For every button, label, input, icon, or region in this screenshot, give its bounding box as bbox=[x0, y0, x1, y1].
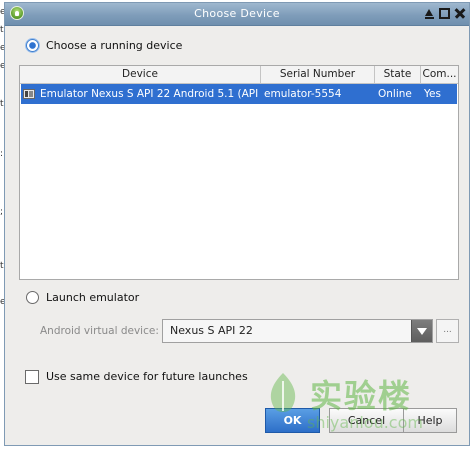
cell-serial-number: emulator-5554 bbox=[264, 88, 342, 100]
minimize-icon[interactable] bbox=[423, 7, 436, 20]
running-devices-table[interactable]: Device Serial Number State Com... Emulat… bbox=[19, 65, 459, 280]
cell-compatible: Yes bbox=[424, 88, 441, 100]
choose-running-device-label[interactable]: Choose a running device bbox=[46, 39, 182, 52]
table-row[interactable]: Emulator Nexus S API 22 Android 5.1 (API… bbox=[21, 84, 457, 104]
reuse-device-label[interactable]: Use same device for future launches bbox=[46, 370, 248, 383]
android-virtual-device-select[interactable]: Nexus S API 22 bbox=[162, 319, 433, 343]
launch-emulator-label[interactable]: Launch emulator bbox=[46, 291, 139, 304]
column-header-compatible[interactable]: Com... bbox=[421, 66, 458, 83]
maximize-icon[interactable] bbox=[438, 7, 451, 20]
cancel-button[interactable]: Cancel bbox=[329, 408, 404, 433]
ok-button[interactable]: OK bbox=[265, 408, 320, 433]
cell-state: Online bbox=[378, 88, 412, 100]
cell-device: Emulator Nexus S API 22 Android 5.1 (API bbox=[40, 88, 259, 100]
choose-device-dialog: Choose Device Choose a running device De… bbox=[4, 2, 470, 446]
title-bar[interactable]: Choose Device bbox=[5, 3, 469, 26]
help-button[interactable]: Help bbox=[403, 408, 457, 433]
choose-running-device-radio[interactable] bbox=[26, 39, 39, 52]
dialog-title: Choose Device bbox=[194, 7, 280, 20]
launch-emulator-radio[interactable] bbox=[26, 291, 39, 304]
column-header-state[interactable]: State bbox=[375, 66, 421, 83]
emulator-device-icon bbox=[23, 89, 35, 99]
table-header: Device Serial Number State Com... bbox=[20, 66, 458, 84]
column-header-serial-number[interactable]: Serial Number bbox=[261, 66, 375, 83]
browse-avd-button[interactable]: ... bbox=[436, 319, 459, 343]
avd-selected-value: Nexus S API 22 bbox=[170, 324, 253, 337]
chevron-down-icon[interactable] bbox=[411, 320, 432, 342]
close-icon[interactable] bbox=[453, 7, 466, 20]
android-virtual-device-label: Android virtual device: bbox=[40, 325, 159, 337]
column-header-device[interactable]: Device bbox=[20, 66, 261, 83]
reuse-device-checkbox[interactable] bbox=[25, 370, 39, 384]
